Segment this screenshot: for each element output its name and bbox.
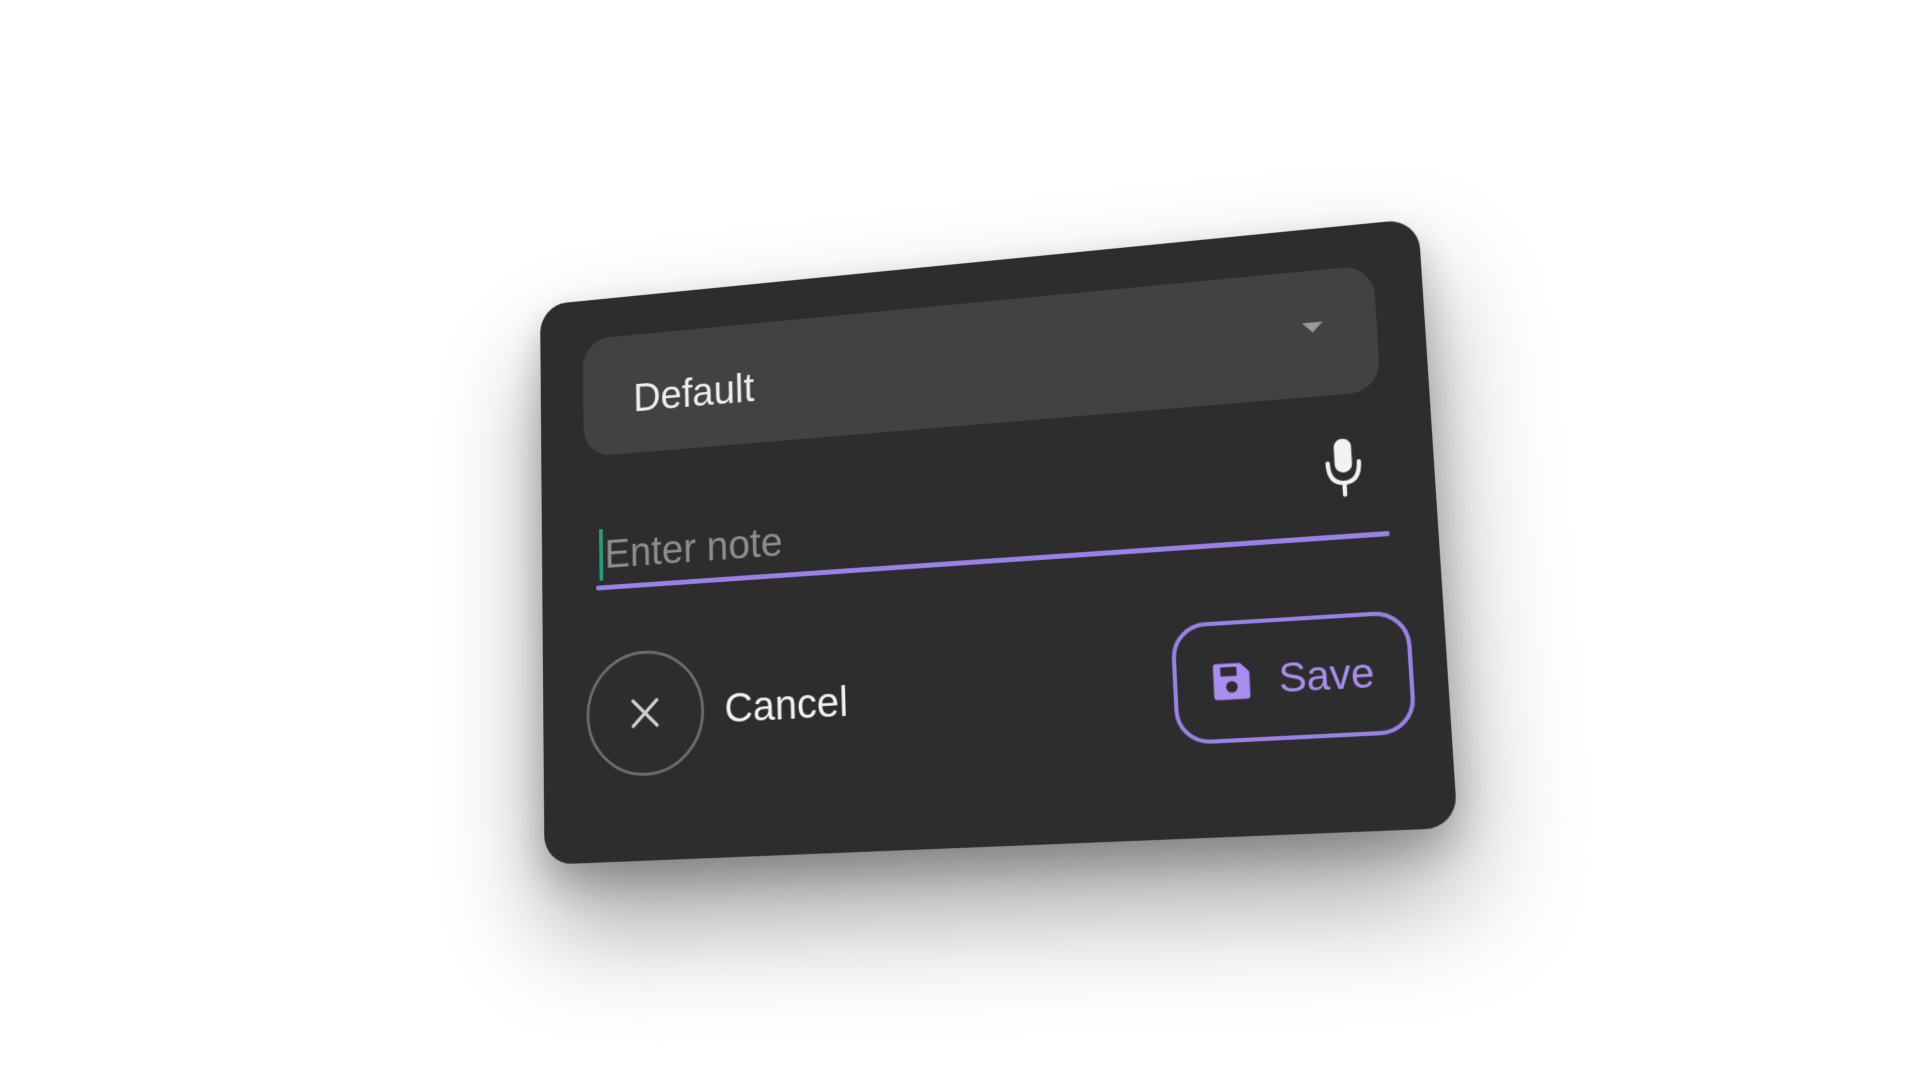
note-input[interactable]: Enter note [599, 515, 784, 581]
save-button[interactable]: Save [1170, 609, 1418, 746]
caret-down-icon [1301, 321, 1324, 334]
floppy-disk-icon [1213, 662, 1252, 701]
dropdown-selected-value: Default [633, 365, 755, 420]
save-label: Save [1277, 649, 1376, 702]
microphone-icon[interactable] [1321, 435, 1366, 499]
stage: Default Enter note Cancel Save [0, 0, 1920, 1080]
close-icon [629, 696, 661, 731]
note-dialog-card: Default Enter note Cancel Save [540, 218, 1458, 865]
cancel-circle[interactable] [585, 647, 706, 779]
cancel-button[interactable]: Cancel [585, 632, 850, 784]
cancel-label: Cancel [724, 677, 849, 732]
